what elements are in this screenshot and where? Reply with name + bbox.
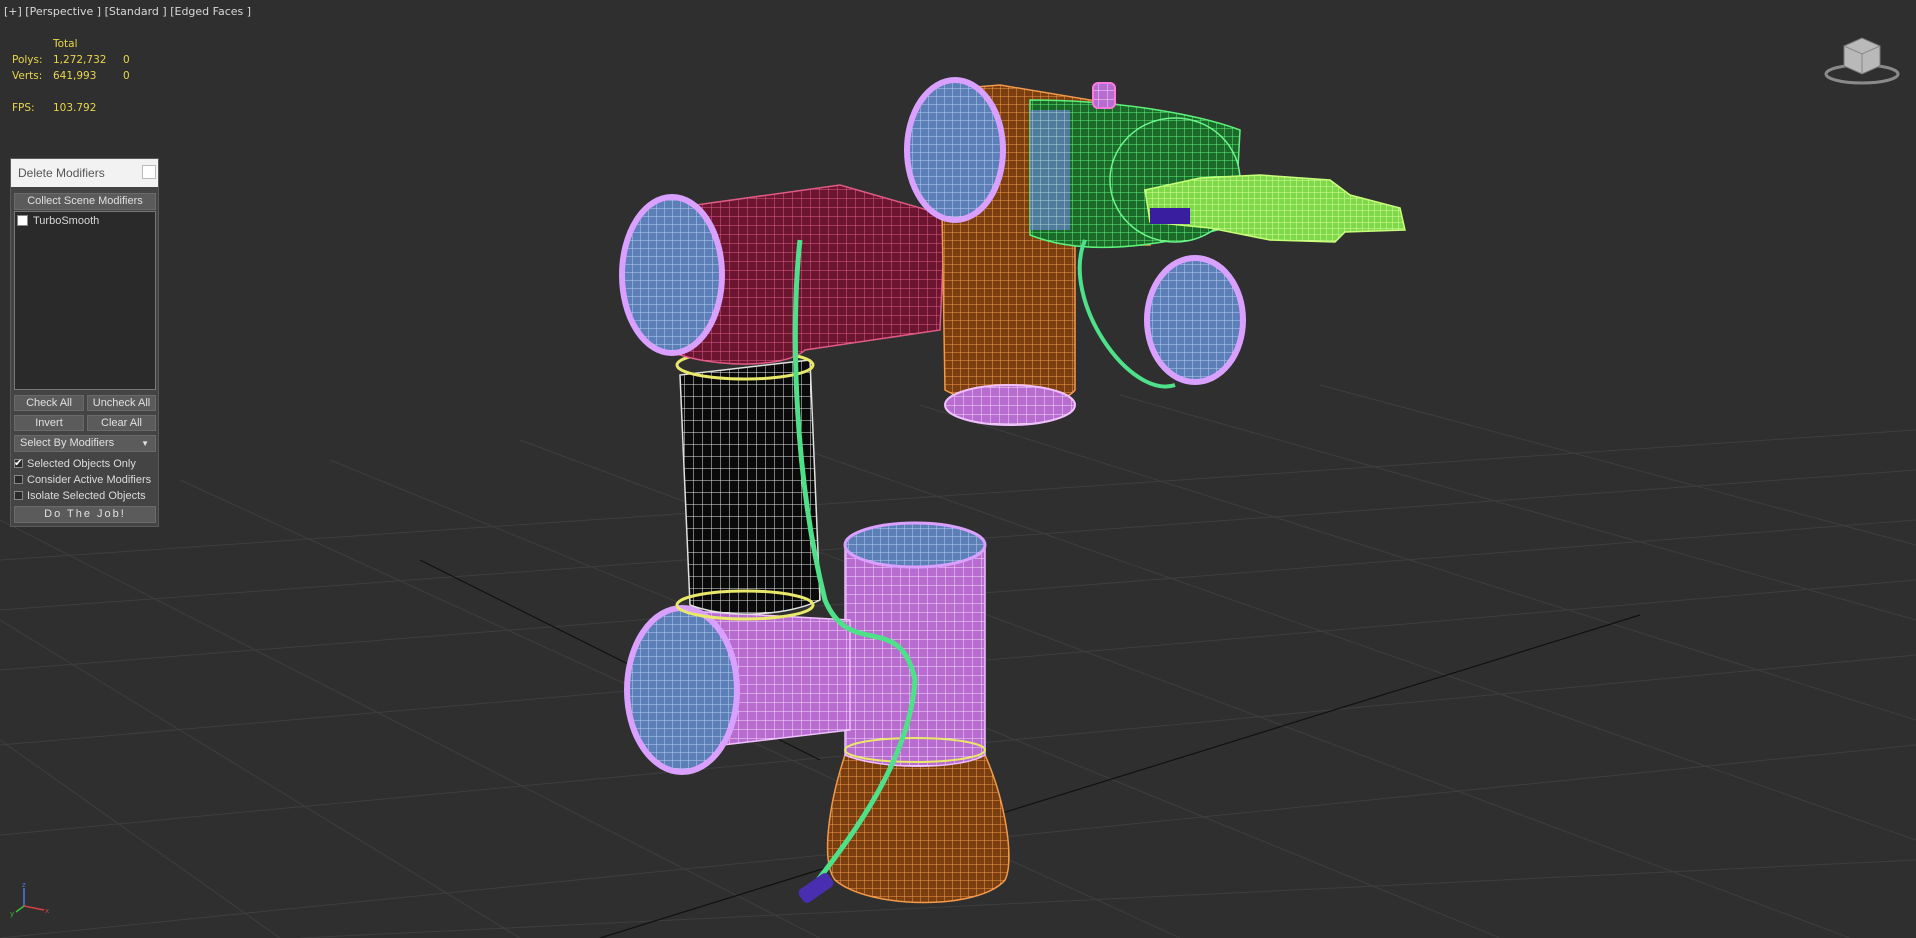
polys-selected: 0 [123,54,130,66]
svg-text:z: z [22,881,26,889]
robot-arm-model[interactable] [619,77,1406,905]
forearm-cap[interactable] [904,77,1006,223]
axis-tripod-icon: z x y [10,881,49,918]
dropdown-value: Select By Modifiers [20,437,115,449]
isolate-selected-objects-checkbox[interactable]: Isolate Selected Objects [14,488,146,504]
clear-all-button[interactable]: Clear All [87,415,156,431]
uncheck-all-button[interactable]: Uncheck All [87,395,156,411]
collect-scene-modifiers-button[interactable]: Collect Scene Modifiers [14,193,156,210]
verts-label: Verts: [12,70,43,82]
base-joint[interactable] [844,544,986,767]
chevron-down-icon: ▼ [141,439,149,448]
verts-selected: 0 [123,70,130,82]
fps-value: 103.792 [53,102,97,114]
delete-modifiers-panel: Delete Modifiers Collect Scene Modifiers… [10,158,159,527]
option-label: Isolate Selected Objects [27,490,146,502]
option-label: Selected Objects Only [27,458,136,470]
selected-objects-only-checkbox[interactable]: Selected Objects Only [14,456,136,472]
list-item[interactable]: TurboSmooth [17,214,99,228]
base-joint-cap[interactable] [843,521,987,569]
checkbox-icon[interactable] [14,456,23,472]
panel-title: Delete Modifiers [18,166,105,180]
option-label: Consider Active Modifiers [27,474,152,486]
polys-label: Polys: [12,54,43,66]
consider-active-modifiers-checkbox[interactable]: Consider Active Modifiers [14,472,151,488]
wrist-connector[interactable] [1092,82,1116,109]
close-icon[interactable] [142,165,156,179]
elbow-cap[interactable] [619,194,725,356]
perspective-viewport[interactable]: z x y [0,0,1916,938]
verts-total: 641,993 [53,70,97,82]
list-item-checkbox[interactable] [17,215,28,226]
invert-button[interactable]: Invert [14,415,84,431]
polys-total: 1,272,732 [53,54,107,66]
svg-text:y: y [10,910,14,918]
svg-text:x: x [45,907,49,915]
shoulder-cap[interactable] [624,605,740,775]
checkbox-icon[interactable] [14,491,23,500]
home-grid-axes [419,559,1641,938]
fps-label: FPS: [12,102,35,114]
modifier-list[interactable]: TurboSmooth [14,211,156,390]
stats-header: Total [53,38,78,50]
viewport-label[interactable]: [+] [Perspective ] [Standard ] [Edged Fa… [4,5,251,18]
check-all-button[interactable]: Check All [14,395,84,411]
cable-connector [798,873,834,903]
select-by-modifiers-dropdown[interactable]: Select By Modifiers ▼ [14,435,156,452]
wrist-cap[interactable] [1144,255,1246,385]
viewcube-icon[interactable] [1824,37,1900,85]
list-item-label: TurboSmooth [33,215,100,227]
do-the-job-button[interactable]: Do The Job! [14,506,156,523]
checkbox-icon[interactable] [14,475,23,484]
panel-title-bar[interactable]: Delete Modifiers [11,159,158,187]
